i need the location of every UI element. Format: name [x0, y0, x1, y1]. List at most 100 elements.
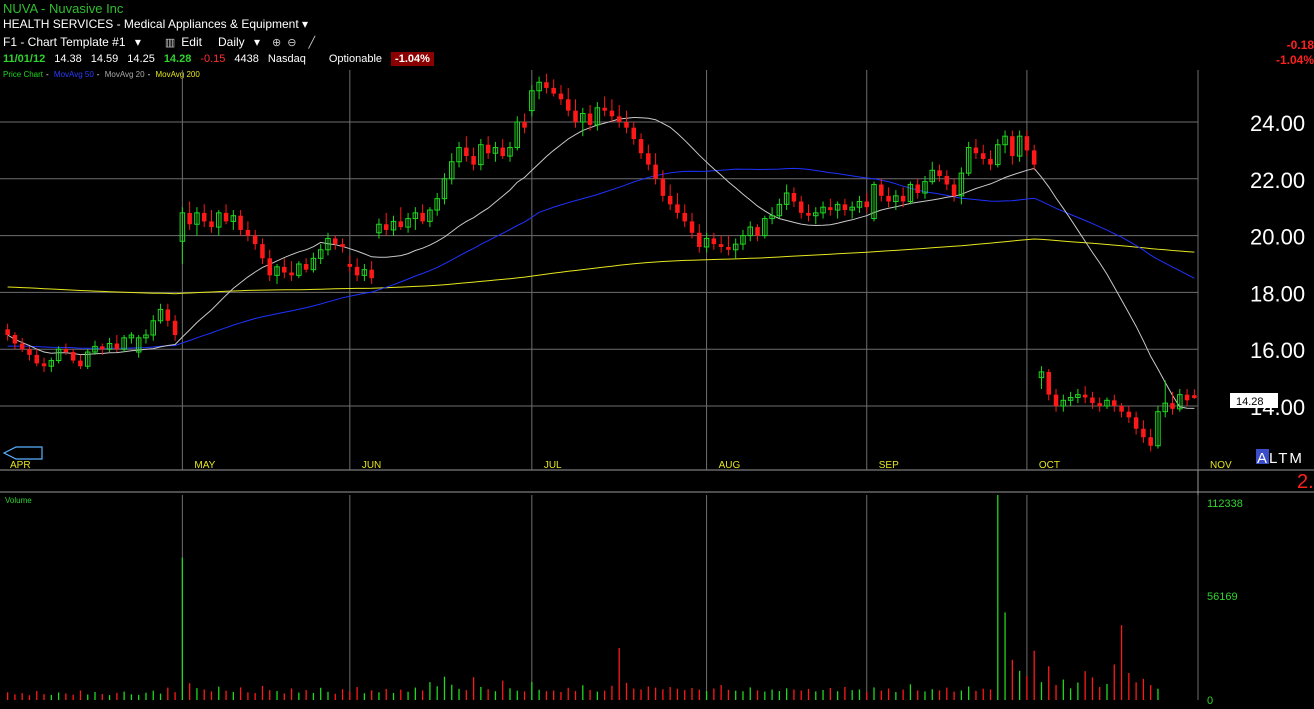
candle-body — [1031, 150, 1037, 165]
candle-body — [471, 156, 476, 165]
candle-body — [398, 221, 404, 228]
candle-body — [624, 122, 629, 128]
candle-body — [1133, 417, 1139, 429]
candle-body — [41, 363, 47, 367]
candle-body — [711, 238, 717, 245]
candle-body — [1024, 136, 1030, 151]
candle-body — [1126, 411, 1132, 418]
candle-body — [340, 244, 345, 247]
candle-body — [638, 139, 644, 154]
candle-body — [828, 207, 833, 211]
candle-body — [114, 343, 120, 350]
candle-body — [558, 93, 564, 100]
candle-body — [369, 269, 374, 279]
axis-labels: 24.0022.0020.0018.0016.0014.00APRMAYJUNJ… — [5, 111, 1305, 707]
ma50-line — [7, 167, 1195, 349]
month-label: OCT — [1039, 460, 1060, 471]
candle-body — [289, 272, 294, 276]
candle-body — [1141, 428, 1146, 438]
month-label: AUG — [719, 460, 741, 471]
volume-bars — [6, 495, 1159, 700]
candle-body — [34, 354, 40, 364]
candle-body — [201, 212, 207, 222]
month-label: APR — [10, 460, 31, 471]
candle-body — [282, 266, 287, 273]
candle-body — [522, 122, 527, 128]
altm-label[interactable]: ALTM — [1257, 450, 1304, 467]
candle-body — [1192, 395, 1197, 399]
price-tick-label: 20.00 — [1250, 225, 1305, 250]
candle-body — [1097, 403, 1102, 406]
volume-tick-label: 56169 — [1207, 591, 1238, 603]
candle-body — [631, 127, 637, 140]
candle-body — [238, 215, 243, 230]
candle-body — [1090, 397, 1095, 404]
candle-body — [383, 224, 389, 230]
candle-body — [587, 113, 593, 125]
candle-body — [1082, 394, 1088, 398]
candle-body — [697, 232, 702, 247]
candle-body — [718, 244, 724, 247]
candle-body — [988, 158, 993, 165]
candle-body — [646, 153, 651, 165]
candle-body — [209, 221, 214, 228]
candle-body — [1046, 371, 1052, 395]
candle-body — [354, 266, 360, 276]
candle-body — [791, 193, 797, 202]
price-volume-chart[interactable]: 24.0022.0020.0018.0016.0014.00APRMAYJUNJ… — [0, 0, 1314, 709]
candle-body — [886, 195, 891, 202]
candle-body — [755, 227, 760, 236]
candle-body — [653, 164, 658, 179]
candle-body — [573, 110, 578, 122]
right-number: 2. — [1297, 471, 1314, 493]
candle-body — [245, 229, 251, 236]
candle-body — [78, 360, 83, 367]
price-tick-label: 16.00 — [1250, 338, 1305, 363]
candle-body — [551, 87, 556, 94]
volume-title: Volume — [5, 496, 32, 505]
candle-body — [1010, 136, 1015, 157]
month-label: SEP — [879, 460, 899, 471]
candle-body — [675, 204, 680, 213]
candle-body — [260, 244, 265, 259]
candle-body — [1119, 406, 1124, 412]
candle-body — [616, 116, 622, 122]
candle-body — [1053, 394, 1059, 406]
price-tick-label: 22.00 — [1250, 168, 1305, 193]
candle-body — [842, 204, 848, 211]
candle-body — [806, 212, 811, 216]
candle-body — [726, 246, 731, 250]
candle-body — [100, 346, 105, 350]
volume-tick-label: 112338 — [1207, 498, 1243, 510]
candle-body — [879, 184, 884, 196]
candle-body — [660, 178, 666, 196]
candle-body — [602, 107, 607, 111]
candle-body — [900, 195, 906, 202]
candle-body — [12, 335, 18, 344]
month-label: NOV — [1210, 460, 1232, 471]
candle-body — [667, 195, 673, 205]
month-label: JUL — [544, 460, 562, 471]
candle-body — [464, 147, 469, 157]
candle-body — [1184, 394, 1190, 401]
candle-body — [70, 352, 76, 361]
candle-body — [303, 264, 309, 270]
candle-body — [544, 82, 549, 88]
candle-body — [951, 184, 957, 196]
candlesticks — [5, 73, 1197, 452]
candle-body — [1112, 400, 1117, 406]
candle-body — [937, 170, 942, 176]
ma20-line — [7, 116, 1195, 409]
candle-body — [689, 221, 695, 233]
candle-body — [347, 264, 353, 267]
candle-body — [973, 147, 979, 154]
candle-body — [609, 110, 615, 117]
candle-body — [798, 201, 804, 213]
candle-body — [1148, 437, 1153, 446]
scroll-left-arrow[interactable] — [2, 446, 43, 460]
ma200-line — [7, 238, 1195, 295]
candle-body — [27, 349, 32, 355]
candle-body — [944, 175, 950, 185]
candle-body — [267, 258, 272, 276]
candle-body — [420, 212, 425, 222]
